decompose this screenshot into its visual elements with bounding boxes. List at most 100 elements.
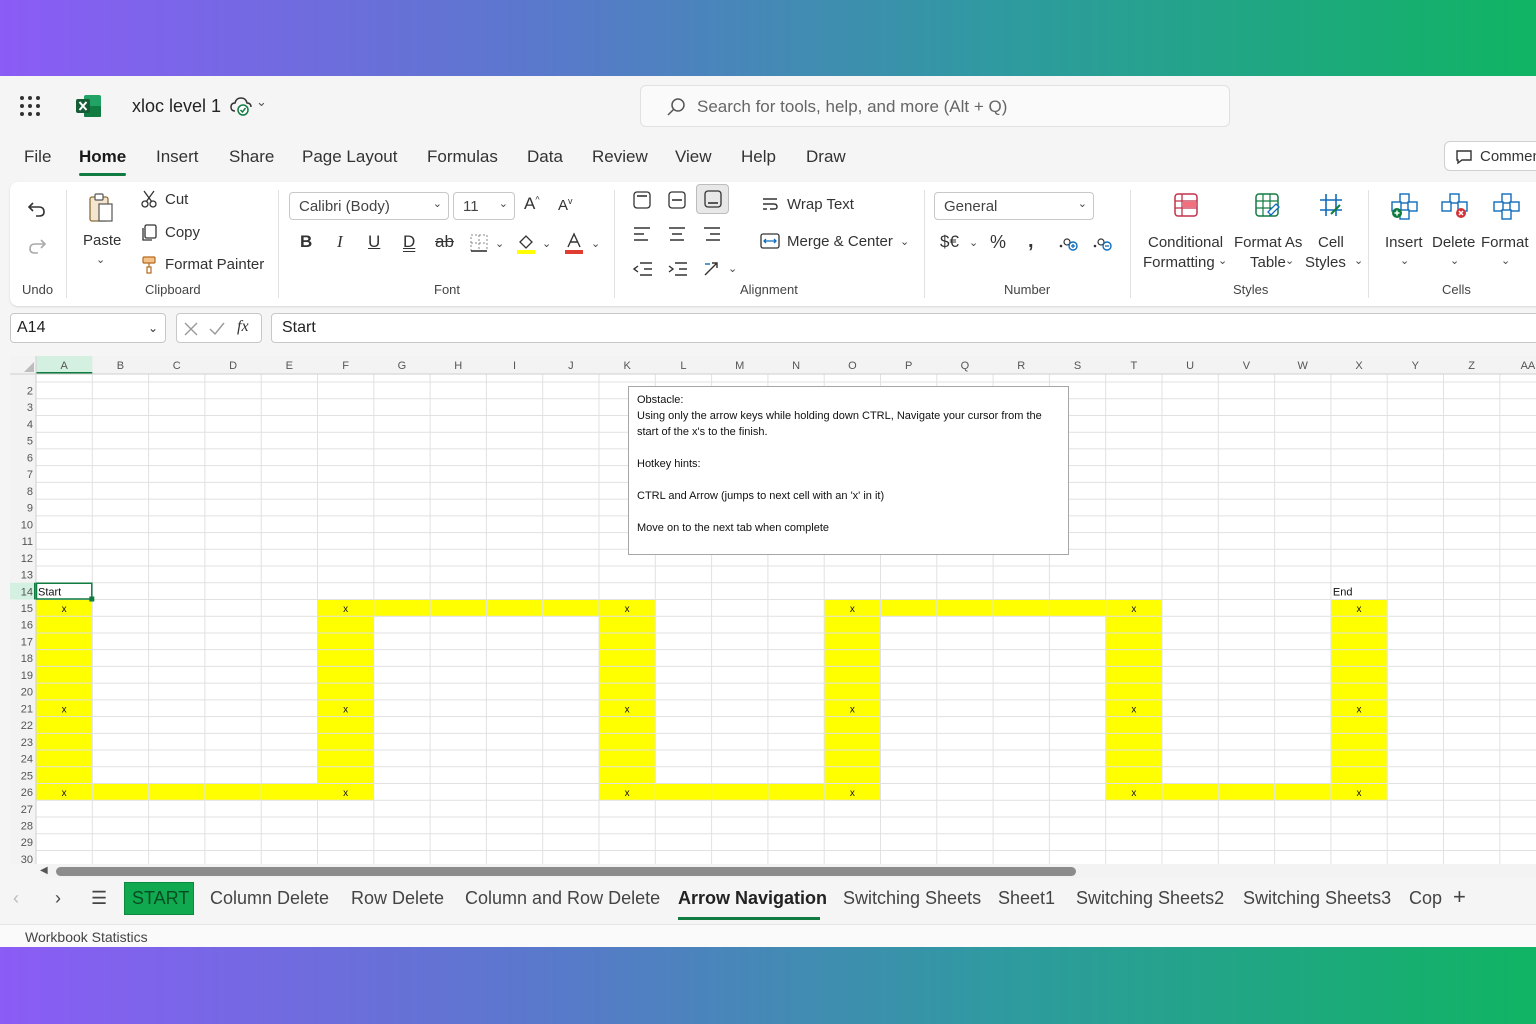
chevron-down-icon[interactable]: ⌄	[495, 237, 504, 250]
sheet-tab-sheet1[interactable]: Sheet1	[998, 888, 1055, 909]
chevron-down-icon[interactable]: ⌄	[591, 237, 600, 250]
cell-styles-label-2[interactable]: Styles	[1305, 254, 1346, 271]
format-painter-icon[interactable]	[140, 256, 158, 274]
font-name-dropdown[interactable]: Calibri (Body) ⌄	[289, 192, 449, 220]
menu-view[interactable]: View	[675, 147, 712, 167]
add-sheet-icon[interactable]: +	[1453, 884, 1466, 910]
sheet-tab-arrow-navigation[interactable]: Arrow Navigation	[678, 888, 827, 909]
merge-center-icon[interactable]	[760, 232, 780, 250]
scrollbar-thumb[interactable]	[56, 867, 1076, 876]
cancel-icon[interactable]	[183, 321, 199, 337]
decrease-decimal-icon[interactable]	[1092, 234, 1114, 252]
wrap-text-label[interactable]: Wrap Text	[787, 196, 854, 213]
menu-draw[interactable]: Draw	[806, 147, 846, 167]
paste-icon[interactable]	[87, 192, 115, 224]
align-top-icon[interactable]	[632, 190, 652, 210]
workbook-statistics[interactable]: Workbook Statistics	[25, 929, 148, 945]
chevron-down-icon[interactable]: ⌄	[542, 237, 551, 250]
paste-label[interactable]: Paste	[83, 232, 121, 249]
chevron-down-icon[interactable]: ⌄	[900, 235, 909, 248]
menu-share[interactable]: Share	[229, 147, 274, 167]
copy-label[interactable]: Copy	[165, 224, 200, 241]
chevron-down-icon[interactable]: ⌄	[728, 262, 737, 275]
menu-formulas[interactable]: Formulas	[427, 147, 498, 167]
increase-decimal-icon[interactable]	[1058, 234, 1080, 252]
format-cells-label[interactable]: Format	[1481, 234, 1529, 251]
increase-indent-icon[interactable]	[667, 260, 689, 278]
menu-home[interactable]: Home	[79, 147, 127, 176]
sheet-tab-start[interactable]: START	[124, 882, 194, 915]
decrease-font-size-icon[interactable]: Av	[558, 196, 573, 214]
chevron-down-icon[interactable]: ⌄	[969, 236, 978, 249]
menu-review[interactable]: Review	[592, 147, 648, 167]
font-size-dropdown[interactable]: 11 ⌄	[453, 192, 515, 220]
chevron-down-icon[interactable]: ⌄	[1501, 254, 1510, 267]
menu-page-layout[interactable]: Page Layout	[302, 147, 397, 167]
insert-cells-label[interactable]: Insert	[1385, 234, 1423, 251]
align-left-icon[interactable]	[632, 226, 652, 242]
align-bottom-button[interactable]	[696, 184, 729, 214]
sheet-tab-switching-sheets[interactable]: Switching Sheets	[843, 888, 981, 909]
chevron-down-icon[interactable]: ⌄	[1400, 254, 1409, 267]
comments-button[interactable]: Comments	[1444, 141, 1536, 171]
sheet-tab-row-delete[interactable]: Row Delete	[351, 888, 444, 909]
cut-label[interactable]: Cut	[165, 191, 188, 208]
italic-icon[interactable]: I	[337, 232, 343, 252]
chevron-down-icon[interactable]: ⌄	[1354, 254, 1363, 267]
currency-format-icon[interactable]: $€	[940, 232, 959, 252]
redo-icon[interactable]	[27, 237, 47, 255]
strikethrough-icon[interactable]: ab	[435, 232, 454, 252]
conditional-formatting-icon[interactable]	[1173, 192, 1199, 218]
chevron-down-icon[interactable]: ⌄	[96, 253, 105, 266]
insert-cells-icon[interactable]	[1390, 192, 1418, 220]
font-color-icon[interactable]	[564, 232, 584, 254]
chevron-down-icon[interactable]: ⌄	[1450, 254, 1459, 267]
borders-icon[interactable]	[470, 234, 488, 252]
comma-style-icon[interactable]: ,	[1028, 230, 1034, 253]
orientation-icon[interactable]	[702, 260, 724, 278]
document-title[interactable]: xloc level 1	[132, 96, 221, 117]
increase-font-size-icon[interactable]: A^	[524, 194, 540, 214]
align-center-icon[interactable]	[667, 226, 687, 242]
cell-styles-icon[interactable]	[1318, 192, 1344, 218]
menu-help[interactable]: Help	[741, 147, 776, 167]
cut-icon[interactable]	[140, 190, 158, 208]
format-painter-label[interactable]: Format Painter	[165, 256, 264, 273]
search-box[interactable]: Search for tools, help, and more (Alt + …	[640, 85, 1230, 127]
decrease-indent-icon[interactable]	[632, 260, 654, 278]
menu-file[interactable]: File	[24, 147, 51, 167]
menu-data[interactable]: Data	[527, 147, 563, 167]
merge-center-label[interactable]: Merge & Center	[787, 233, 893, 250]
number-format-dropdown[interactable]: General ⌄	[934, 192, 1094, 220]
conditional-formatting-label-1[interactable]: Conditional	[1148, 234, 1223, 251]
undo-icon[interactable]	[27, 200, 47, 218]
instructions-textbox[interactable]: Obstacle: Using only the arrow keys whil…	[628, 386, 1069, 555]
align-right-icon[interactable]	[702, 226, 722, 242]
align-middle-icon[interactable]	[667, 190, 687, 210]
percent-format-icon[interactable]: %	[990, 232, 1006, 253]
sheet-tab-switching-sheets2[interactable]: Switching Sheets2	[1076, 888, 1224, 909]
conditional-formatting-label-2[interactable]: Formatting	[1143, 254, 1215, 271]
prev-sheet-icon[interactable]: ‹	[13, 888, 19, 909]
spreadsheet-grid[interactable]: A B C D E F G H I J K L M N O P Q R S T U V W X Y Z AA 2 3 4 5 6 7 8 9 10 11…	[10, 356, 1536, 864]
sheet-tab-column-delete[interactable]: Column Delete	[210, 888, 329, 909]
sheet-tab-cop[interactable]: Cop	[1409, 888, 1442, 909]
delete-cells-label[interactable]: Delete	[1432, 234, 1475, 251]
name-box[interactable]: A14 ⌄	[10, 313, 166, 343]
chevron-down-icon[interactable]: ⌄	[256, 94, 267, 110]
chevron-down-icon[interactable]: ⌄	[1285, 254, 1294, 267]
wrap-text-icon[interactable]	[761, 196, 779, 212]
format-as-table-icon[interactable]	[1254, 192, 1280, 218]
cloud-saved-icon[interactable]	[230, 96, 252, 116]
copy-icon[interactable]	[140, 224, 158, 242]
format-cells-icon[interactable]	[1492, 192, 1520, 220]
app-launcher-icon[interactable]	[20, 96, 40, 116]
enter-check-icon[interactable]	[208, 321, 226, 337]
delete-cells-icon[interactable]	[1440, 192, 1468, 220]
underline-icon[interactable]: U	[368, 232, 380, 252]
format-as-table-label-2[interactable]: Table	[1250, 254, 1286, 271]
fill-color-icon[interactable]	[516, 232, 536, 254]
sheet-tab-column-row-delete[interactable]: Column and Row Delete	[465, 888, 660, 909]
format-as-table-label-1[interactable]: Format As	[1234, 234, 1302, 251]
sheet-tab-switching-sheets3[interactable]: Switching Sheets3	[1243, 888, 1391, 909]
